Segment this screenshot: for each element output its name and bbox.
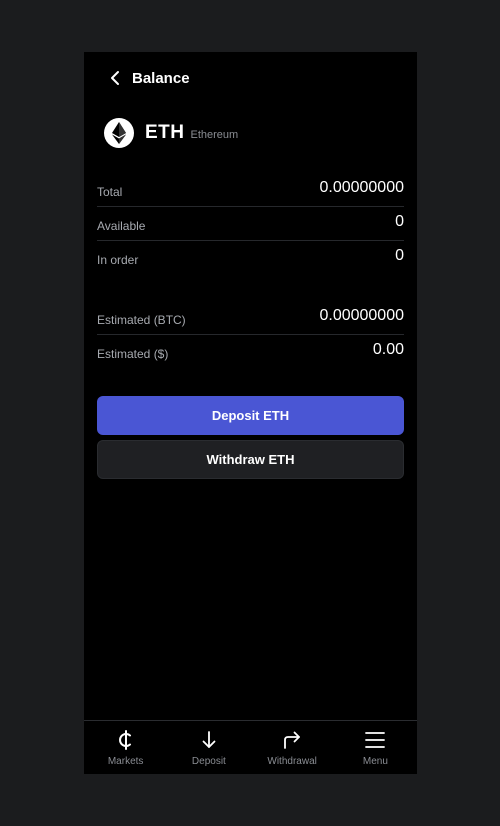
nav-label: Menu: [362, 756, 388, 767]
cedi-icon: [115, 729, 137, 751]
header: Balance: [84, 52, 417, 104]
row-value: 0: [395, 247, 404, 264]
deposit-button[interactable]: Deposit ETH: [97, 396, 404, 435]
chevron-left-icon[interactable]: [106, 69, 124, 87]
asset-name: Ethereum: [190, 129, 239, 141]
row-value: 0.00000000: [319, 306, 404, 324]
nav-item-menu[interactable]: Menu: [334, 721, 417, 774]
hamburger-menu-icon: [364, 729, 386, 751]
page-title: Balance: [132, 69, 190, 87]
balance-list: Total 0.00000000 Available 0 In order 0: [97, 173, 404, 275]
balance-row-total: Total 0.00000000: [97, 173, 404, 207]
row-value: 0: [395, 212, 404, 230]
balance-screen: Balance ETH Ethereum Total 0.00000000 Av…: [84, 52, 417, 774]
nav-label: Withdrawal: [267, 756, 317, 767]
arrow-turn-right-icon: [281, 729, 303, 751]
row-value: 0.00: [372, 341, 404, 358]
arrow-down-icon: [198, 729, 220, 751]
row-value: 0.00000000: [319, 178, 404, 196]
bottom-nav: Markets Deposit Withdrawal Menu: [84, 720, 417, 774]
balance-row-available: Available 0: [97, 207, 404, 241]
balance-row-in-order: In order 0: [97, 241, 404, 275]
row-label: Estimated (BTC): [97, 312, 186, 327]
estimate-row-usd: Estimated ($) 0.00: [97, 335, 404, 369]
nav-item-deposit[interactable]: Deposit: [167, 721, 250, 774]
estimate-row-btc: Estimated (BTC) 0.00000000: [97, 301, 404, 335]
row-label: In order: [97, 253, 139, 267]
ethereum-logo-icon: [104, 118, 134, 148]
withdraw-button[interactable]: Withdraw ETH: [97, 440, 404, 479]
nav-item-markets[interactable]: Markets: [84, 721, 167, 774]
row-label: Estimated ($): [97, 347, 169, 361]
asset-header: ETH Ethereum: [104, 118, 238, 148]
row-label: Total: [97, 184, 123, 199]
nav-label: Deposit: [191, 756, 226, 767]
row-label: Available: [97, 218, 146, 233]
nav-item-withdrawal[interactable]: Withdrawal: [251, 721, 334, 774]
nav-label: Markets: [107, 756, 144, 767]
estimate-list: Estimated (BTC) 0.00000000 Estimated ($)…: [97, 301, 404, 369]
asset-symbol: ETH: [145, 122, 185, 143]
